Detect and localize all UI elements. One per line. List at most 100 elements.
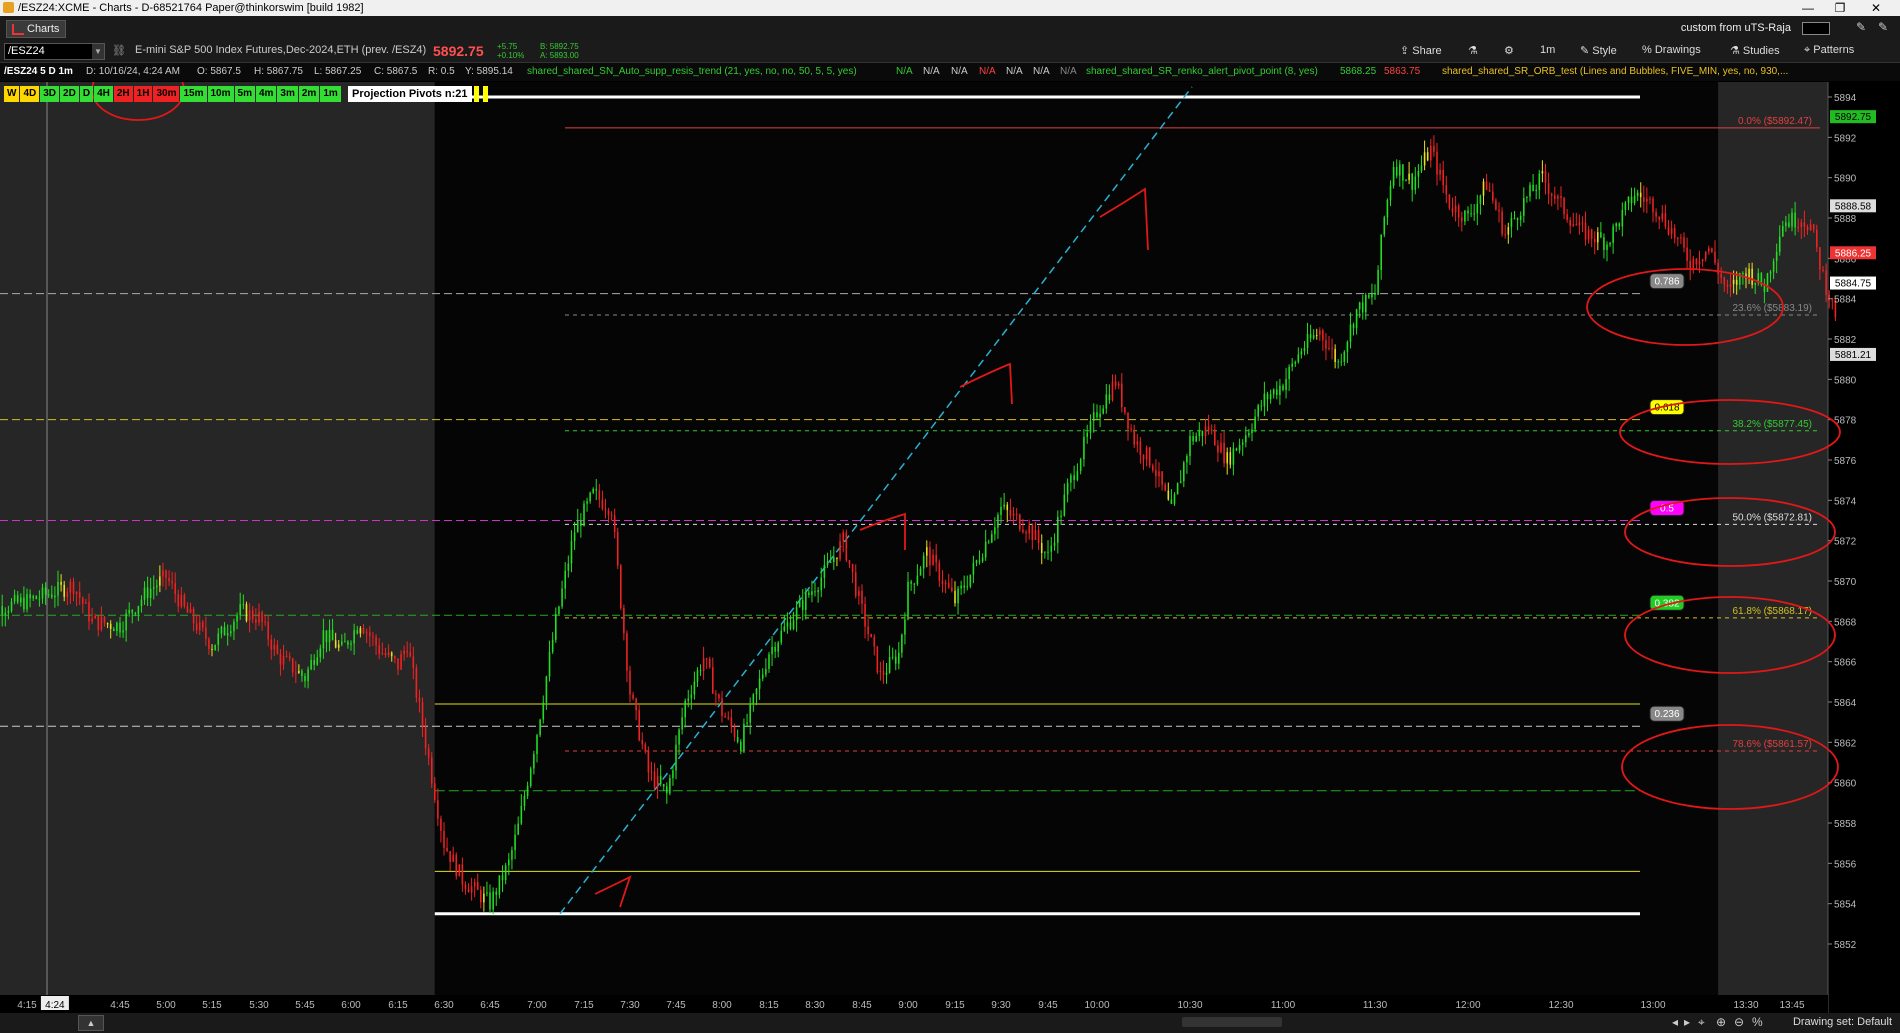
candle-body bbox=[1498, 209, 1500, 212]
horizontal-scrollbar[interactable] bbox=[1182, 1017, 1282, 1027]
candle-body bbox=[82, 597, 84, 604]
aggregation-button-2h[interactable]: 2H bbox=[113, 86, 133, 102]
candle-body bbox=[1040, 543, 1043, 553]
candle-body bbox=[1047, 551, 1049, 553]
aggregation-button-1m[interactable]: 1m bbox=[320, 86, 341, 102]
candle-body bbox=[131, 610, 134, 613]
expand-subgraph-button[interactable]: ▲ bbox=[78, 1015, 104, 1031]
gear-icon[interactable]: ⚙ bbox=[1504, 44, 1514, 57]
candle-body bbox=[174, 583, 176, 595]
settings-icon[interactable]: ✎ bbox=[1878, 20, 1888, 34]
candle-body bbox=[798, 600, 801, 607]
share-button[interactable]: ⇪ Share bbox=[1400, 44, 1442, 57]
aggregation-button-4h[interactable]: 4H bbox=[94, 86, 113, 102]
study-sr-renko-alert[interactable]: shared_shared_SR_renko_alert_pivot_point… bbox=[1086, 63, 1318, 81]
bid-ask: B: 5892.75 A: 5893.00 bbox=[540, 42, 579, 60]
study-sn-auto-supp-resis[interactable]: shared_shared_SN_Auto_supp_resis_trend (… bbox=[527, 63, 857, 81]
x-tick-label: 13:30 bbox=[1733, 1000, 1758, 1011]
studies-button[interactable]: ⚗ Studies bbox=[1730, 44, 1780, 57]
candle-body bbox=[1800, 222, 1803, 228]
zoom-in-icon[interactable]: ⊕ bbox=[1716, 1015, 1726, 1029]
period-button[interactable]: 1m bbox=[1540, 44, 1555, 56]
aggregation-button-3m[interactable]: 3m bbox=[277, 86, 298, 102]
candle-body bbox=[85, 602, 87, 604]
candle-body bbox=[255, 619, 257, 623]
aggregation-button-d[interactable]: D bbox=[79, 86, 94, 102]
aggregation-button-1h[interactable]: 1H bbox=[133, 86, 153, 102]
x-tick-label: 6:45 bbox=[480, 1000, 500, 1011]
grid-selector[interactable]: custom from uTS-Raja bbox=[1681, 20, 1830, 36]
candle-body bbox=[858, 590, 860, 596]
scroll-right-icon[interactable]: ▸ bbox=[1684, 1015, 1690, 1029]
candle-body bbox=[1201, 430, 1204, 437]
candle-body bbox=[1646, 198, 1648, 202]
candle-body bbox=[826, 561, 829, 566]
ask-value: A: 5893.00 bbox=[540, 51, 579, 60]
candle-body bbox=[1578, 222, 1581, 226]
grid-layout-icon[interactable] bbox=[1802, 21, 1830, 35]
patterns-button[interactable]: ⌖ Patterns bbox=[1804, 44, 1854, 57]
study-sr-orb-test[interactable]: shared_shared_SR_ORB_test (Lines and Bub… bbox=[1442, 63, 1788, 81]
candle-body bbox=[1179, 481, 1182, 484]
drawing-set-label[interactable]: Drawing set: Default bbox=[1793, 1016, 1892, 1028]
aggregation-button-5m[interactable]: 5m bbox=[234, 86, 255, 102]
candle-body bbox=[721, 698, 723, 716]
price-chart[interactable]: 0.0% ($5892.47) 23.6% ($5883.19) 38.2% ($5… bbox=[0, 82, 1900, 1013]
candle-body bbox=[555, 613, 557, 640]
x-tick-label: 9:00 bbox=[898, 1000, 918, 1011]
candle-body bbox=[1606, 244, 1608, 250]
chevron-down-icon[interactable]: ▼ bbox=[92, 44, 104, 59]
aggregation-button-15m[interactable]: 15m bbox=[180, 86, 207, 102]
candle-body bbox=[134, 612, 137, 614]
share-label: Share bbox=[1412, 45, 1442, 57]
candle-body bbox=[397, 658, 399, 670]
candle-body bbox=[1541, 170, 1544, 174]
candle-body bbox=[1735, 279, 1738, 285]
candle-body bbox=[1377, 269, 1379, 295]
studies-icon: ⚗ bbox=[1730, 45, 1743, 57]
link-chain-icon[interactable]: ⛓ bbox=[112, 44, 126, 57]
share-icon: ⇪ bbox=[1400, 45, 1413, 57]
candle-body bbox=[675, 744, 677, 771]
candle-body bbox=[1374, 293, 1376, 295]
aggregation-button-10m[interactable]: 10m bbox=[207, 86, 234, 102]
candle-body bbox=[1683, 237, 1685, 248]
candle-body bbox=[1686, 247, 1688, 261]
candle-body bbox=[310, 660, 312, 670]
candle-body bbox=[29, 594, 31, 599]
candle-body bbox=[375, 637, 377, 646]
candle-body bbox=[1513, 218, 1516, 220]
candle-body bbox=[1729, 284, 1732, 287]
restore-icon[interactable]: ❐ bbox=[1820, 0, 1860, 16]
drawings-button[interactable]: % Drawings bbox=[1642, 44, 1701, 56]
style-button[interactable]: ✎ Style bbox=[1580, 44, 1617, 57]
candle-body bbox=[403, 650, 405, 655]
close-icon[interactable]: ✕ bbox=[1856, 0, 1896, 16]
percent-icon[interactable]: % bbox=[1752, 1015, 1763, 1029]
zoom-out-icon[interactable]: ⊖ bbox=[1734, 1015, 1744, 1029]
studies-label: Studies bbox=[1742, 45, 1780, 57]
scroll-left-icon[interactable]: ◂ bbox=[1672, 1015, 1678, 1029]
symbol-input[interactable]: /ESZ24 ▼ bbox=[4, 43, 105, 60]
candle-body bbox=[526, 786, 529, 796]
candle-body bbox=[1563, 197, 1565, 215]
candle-body bbox=[1251, 429, 1253, 434]
candle-body bbox=[1352, 324, 1355, 329]
aggregation-button-4d[interactable]: 4D bbox=[20, 86, 40, 102]
link-icon[interactable]: ✎ bbox=[1856, 20, 1866, 34]
candle-body bbox=[598, 490, 601, 500]
candle-body bbox=[1692, 258, 1695, 270]
candle-body bbox=[236, 615, 238, 622]
candle-body bbox=[1105, 394, 1108, 409]
flask-icon[interactable]: ⚗ bbox=[1468, 44, 1478, 57]
aggregation-button-2m[interactable]: 2m bbox=[298, 86, 320, 102]
aggregation-button-4m[interactable]: 4m bbox=[255, 86, 277, 102]
aggregation-button-w[interactable]: W bbox=[4, 86, 20, 102]
aggregation-button-30m[interactable]: 30m bbox=[153, 86, 180, 102]
crosshair-icon[interactable]: ⌖ bbox=[1698, 1015, 1705, 1030]
tab-charts[interactable]: Charts bbox=[6, 20, 67, 38]
aggregation-button-3d[interactable]: 3D bbox=[40, 86, 60, 102]
candle-body bbox=[659, 775, 662, 785]
aggregation-button-2d[interactable]: 2D bbox=[60, 86, 79, 102]
candle-body bbox=[1019, 514, 1021, 530]
